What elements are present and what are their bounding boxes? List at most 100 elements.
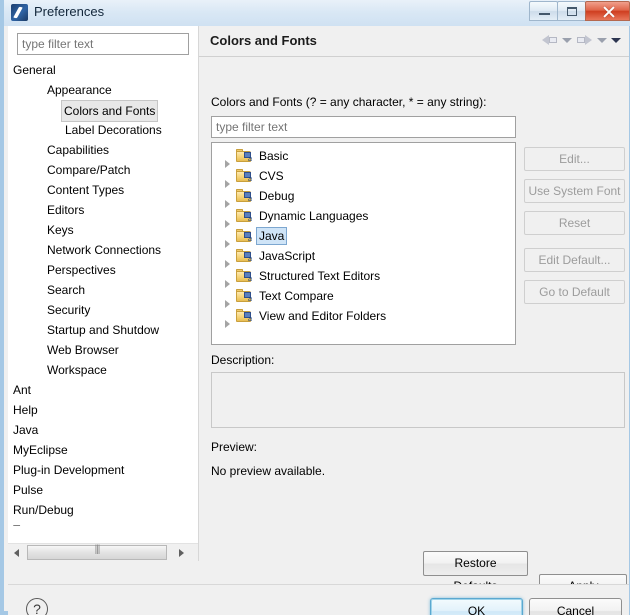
category-row[interactable]: a JavaScript	[212, 246, 515, 268]
category-row[interactable]: a CVS	[212, 166, 515, 188]
category-label: Dynamic Languages	[259, 209, 369, 223]
scrollbar-thumb[interactable]	[27, 545, 167, 560]
preference-tree-item[interactable]: Run/Debug	[8, 500, 198, 520]
preference-tree-item-label: Compare/Patch	[47, 163, 131, 177]
window-controls	[529, 1, 630, 22]
preview-value: No preview available.	[211, 464, 326, 478]
preference-tree-item-label: Network Connections	[47, 243, 162, 257]
color-folder-icon: a	[236, 309, 252, 323]
preference-tree-item[interactable]: Help	[8, 400, 198, 420]
description-label: Description:	[211, 353, 275, 367]
scroll-right-icon[interactable]	[173, 544, 190, 561]
category-label: JavaScript	[259, 249, 316, 263]
tree-horizontal-scrollbar[interactable]	[8, 543, 198, 561]
category-label: Basic	[259, 149, 289, 163]
preference-tree-item[interactable]: Web Browser	[8, 340, 198, 360]
category-label: Java	[256, 227, 288, 245]
category-row[interactable]: a Basic	[212, 146, 515, 168]
preference-tree-item-label: Keys	[47, 223, 74, 237]
preference-tree-item-label: Content Types	[47, 183, 125, 197]
preference-tree-item[interactable]: Team	[8, 520, 198, 526]
category-row[interactable]: a View and Editor Folders	[212, 306, 515, 328]
preference-tree-item[interactable]: Keys	[8, 220, 198, 240]
side-button: Go to Default	[524, 280, 625, 304]
preference-tree-item-label: Appearance	[47, 83, 112, 97]
close-button[interactable]	[585, 1, 630, 21]
preference-tree-item[interactable]: Search	[8, 280, 198, 300]
dialog-content: General Appearance Colors and FontsLabel D…	[8, 26, 629, 615]
color-folder-icon: a	[236, 229, 252, 243]
restore-button[interactable]	[557, 1, 586, 21]
side-button: Reset	[524, 211, 625, 235]
back-arrow-icon[interactable]	[541, 33, 558, 47]
preference-tree-item[interactable]: Perspectives	[8, 260, 198, 280]
preference-tree-item[interactable]: Java	[8, 420, 198, 440]
preference-tree-panel: General Appearance Colors and FontsLabel D…	[8, 26, 199, 561]
category-row[interactable]: a Text Compare	[212, 286, 515, 308]
category-label: CVS	[259, 169, 284, 183]
preference-tree-item[interactable]: Colors and Fonts	[8, 100, 198, 122]
preference-tree-item-label: Workspace	[47, 363, 107, 377]
preference-tree-item[interactable]: Plug-in Development	[8, 460, 198, 480]
preference-tree-item[interactable]: Compare/Patch	[8, 160, 198, 180]
eclipse-preferences-icon	[11, 4, 28, 21]
preference-tree-item[interactable]: Capabilities	[8, 140, 198, 160]
preferences-window: Preferences General Appearance Colors and …	[0, 0, 630, 615]
preference-tree-item-label: Help	[13, 403, 38, 417]
restore-defaults-button[interactable]: Restore Defaults	[423, 551, 528, 593]
preference-tree-item[interactable]: Security	[8, 300, 198, 320]
preference-tree-item-label: Pulse	[13, 483, 44, 497]
side-button: Edit Default...	[524, 248, 625, 272]
preference-tree-item[interactable]: Content Types	[8, 180, 198, 200]
category-row[interactable]: a Structured Text Editors	[212, 266, 515, 288]
minimize-button[interactable]	[529, 1, 558, 21]
preference-tree-item[interactable]: Pulse	[8, 480, 198, 500]
preference-tree-item-label: Capabilities	[47, 143, 110, 157]
color-folder-icon: a	[236, 269, 252, 283]
color-folder-icon: a	[236, 249, 252, 263]
color-folder-icon: a	[236, 209, 252, 223]
back-dropdown-icon[interactable]	[562, 37, 572, 43]
forward-arrow-icon[interactable]	[576, 33, 593, 47]
preference-tree-item-label: Editors	[47, 203, 85, 217]
preference-tree-item[interactable]: MyEclipse	[8, 440, 198, 460]
category-label: Text Compare	[259, 289, 334, 303]
category-row[interactable]: a Java	[212, 226, 515, 248]
preference-tree-item[interactable]: Ant	[8, 380, 198, 400]
color-folder-icon: a	[236, 149, 252, 163]
preference-tree-item[interactable]: Workspace	[8, 360, 198, 380]
category-row[interactable]: a Dynamic Languages	[212, 206, 515, 228]
help-icon[interactable]: ?	[26, 598, 48, 615]
category-label: Structured Text Editors	[259, 269, 381, 283]
preference-tree[interactable]: General Appearance Colors and Fonts Label D…	[8, 60, 198, 526]
color-folder-icon: a	[236, 289, 252, 303]
tree-filter-input[interactable]	[17, 33, 189, 55]
colors-fonts-category-tree[interactable]: a Basic a CVS a Debug a Dynamic Languages a Java a…	[211, 142, 516, 345]
category-row[interactable]: a Debug	[212, 186, 515, 208]
preference-tree-item-label: Search	[47, 283, 86, 297]
view-menu-icon[interactable]	[611, 37, 621, 43]
category-label: Debug	[259, 189, 295, 203]
colors-fonts-filter-input[interactable]	[211, 116, 516, 138]
preference-tree-item[interactable]: Editors	[8, 200, 198, 220]
preference-tree-item-label: Plug-in Development	[13, 463, 125, 477]
preference-tree-item[interactable]: Startup and Shutdow	[8, 320, 198, 340]
title-bar: Preferences	[4, 0, 630, 26]
page-nav-toolbar	[541, 33, 621, 47]
preference-tree-item[interactable]: General	[8, 60, 198, 80]
preference-tree-item[interactable]: Label Decorations	[8, 120, 198, 140]
preview-label: Preview:	[211, 440, 258, 454]
preference-tree-item-label: Ant	[13, 383, 32, 397]
forward-dropdown-icon[interactable]	[597, 37, 607, 43]
preference-tree-item-label: Perspectives	[47, 263, 116, 277]
preference-tree-item[interactable]: Appearance	[8, 80, 198, 100]
cancel-button[interactable]: Cancel	[529, 598, 622, 615]
side-button: Use System Font	[524, 179, 625, 203]
preference-tree-item[interactable]: Network Connections	[8, 240, 198, 260]
preference-tree-item-label: MyEclipse	[13, 443, 68, 457]
color-folder-icon: a	[236, 189, 252, 203]
preference-tree-item-label: Label Decorations	[65, 123, 162, 137]
scroll-left-icon[interactable]	[8, 544, 25, 561]
ok-button[interactable]: OK	[430, 598, 523, 615]
preference-tree-item-label: Colors and Fonts	[61, 100, 159, 122]
